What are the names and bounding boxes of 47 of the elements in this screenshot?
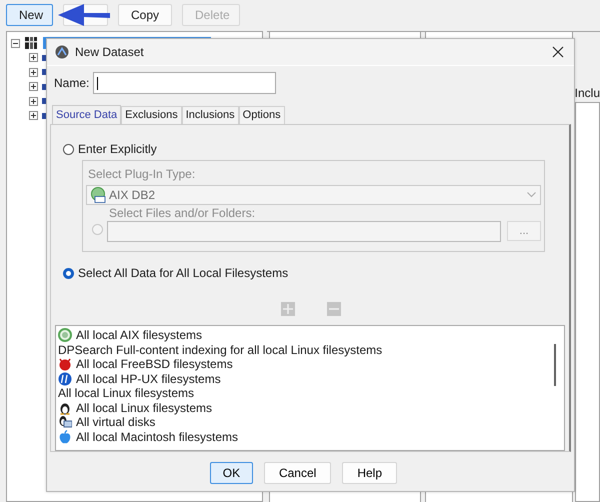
option-label[interactable]: Select All Data for All Local Filesystems xyxy=(78,266,288,280)
list-item[interactable]: All virtual disks xyxy=(76,415,156,430)
list-item[interactable]: DPSearch Full-content indexing for all local Linux filesystems xyxy=(58,342,382,357)
list-item[interactable]: All local Linux filesystems xyxy=(76,400,212,415)
ball-icon xyxy=(58,357,72,372)
list-item[interactable]: All local Macintosh filesystems xyxy=(76,430,238,444)
tab[interactable]: Source Data xyxy=(52,105,122,124)
list-item[interactable]: All local FreeBSD filesystems xyxy=(76,357,233,372)
badge-icon xyxy=(90,187,106,204)
dialog-button[interactable]: Help xyxy=(342,462,398,484)
dialog-button[interactable]: OK xyxy=(210,462,253,484)
app-logo-icon xyxy=(55,45,69,60)
apple-icon xyxy=(58,430,72,444)
toolbar-button[interactable]: New xyxy=(6,4,53,26)
ring-icon xyxy=(58,328,72,342)
field-label: Select Plug-In Type: xyxy=(88,167,196,182)
list-item[interactable]: All local AIX filesystems xyxy=(76,328,202,342)
arrow xyxy=(56,2,112,28)
tab[interactable]: Options xyxy=(238,106,285,124)
field-label: Name: xyxy=(54,76,90,90)
tab[interactable]: Exclusions xyxy=(121,106,182,124)
toolbar-button[interactable]: Copy xyxy=(118,4,172,26)
expand-icon[interactable] xyxy=(29,53,38,62)
option-label[interactable]: Enter Explicitly xyxy=(78,142,157,156)
list-item[interactable]: All local HP-UX filesystems xyxy=(76,372,221,386)
name-field[interactable] xyxy=(93,72,276,94)
penguin-icon xyxy=(58,400,72,415)
field-label: Select Files and/or Folders: xyxy=(109,206,256,220)
expand-icon[interactable] xyxy=(29,68,38,77)
expand-icon[interactable] xyxy=(29,82,38,92)
window-title: New Dataset xyxy=(75,45,145,60)
path-field[interactable] xyxy=(107,221,501,242)
close-icon[interactable] xyxy=(552,46,564,58)
expand-icon[interactable] xyxy=(29,96,38,106)
disc-icon xyxy=(58,372,72,386)
expand-icon[interactable] xyxy=(29,111,38,120)
books-icon xyxy=(24,36,37,50)
collapse-icon[interactable] xyxy=(11,38,20,48)
list-item[interactable]: All local Linux filesystems xyxy=(58,386,194,400)
radio-button[interactable] xyxy=(63,144,74,155)
panel-label: Inclu xyxy=(574,86,600,100)
tab[interactable]: Inclusions xyxy=(182,106,239,124)
penguin-monitor-icon xyxy=(58,415,72,430)
list-field[interactable] xyxy=(574,102,600,502)
radio-button[interactable] xyxy=(63,268,74,279)
dialog-button[interactable]: Cancel xyxy=(264,462,332,484)
scroll-thumb[interactable] xyxy=(554,344,556,386)
